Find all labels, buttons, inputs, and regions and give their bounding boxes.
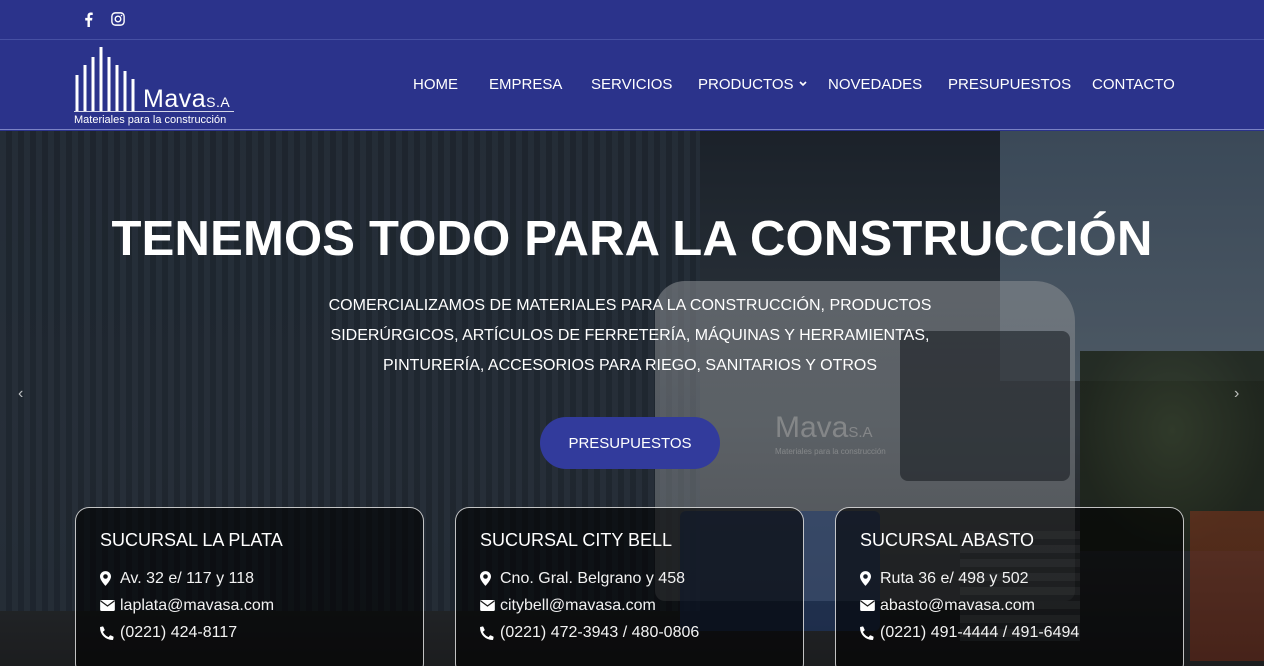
branch-email: abasto@mavasa.com bbox=[860, 592, 1159, 619]
branch-email: citybell@mavasa.com bbox=[480, 592, 779, 619]
nav-productos[interactable]: PRODUCTOS bbox=[698, 76, 807, 93]
branch-card: SUCURSAL CITY BELL Cno. Gral. Belgrano y… bbox=[455, 507, 804, 666]
envelope-icon bbox=[480, 600, 496, 611]
site-header: MavaS.A Materiales para la construcción … bbox=[0, 40, 1264, 130]
hero-subtitle: COMERCIALIZAMOS DE MATERIALES PARA LA CO… bbox=[300, 291, 960, 381]
phone-icon bbox=[860, 625, 876, 640]
top-social-bar bbox=[0, 0, 1264, 40]
slider-next-arrow-icon[interactable]: › bbox=[1234, 385, 1239, 403]
branch-phone: (0221) 424-8117 bbox=[100, 619, 399, 646]
map-marker-icon bbox=[100, 571, 116, 586]
branch-address: Av. 32 e/ 117 y 118 bbox=[100, 565, 399, 592]
main-nav: HOME EMPRESA SERVICIOS PRODUCTOS NOVEDAD… bbox=[0, 76, 1264, 96]
map-marker-icon bbox=[480, 571, 496, 586]
logo-divider bbox=[74, 111, 234, 112]
chevron-down-icon bbox=[799, 79, 807, 90]
branch-email-link[interactable]: abasto@mavasa.com bbox=[880, 597, 1035, 615]
branch-title: SUCURSAL LA PLATA bbox=[100, 530, 283, 550]
branch-phone: (0221) 491-4444 / 491-6494 bbox=[860, 619, 1159, 646]
envelope-icon bbox=[860, 600, 876, 611]
hero-subtitle-line: COMERCIALIZAMOS DE MATERIALES PARA LA CO… bbox=[328, 297, 932, 314]
hero-subtitle-line: SIDERÚRGICOS, ARTÍCULOS DE FERRETERÍA, M… bbox=[330, 327, 930, 344]
map-marker-icon bbox=[860, 571, 876, 586]
hero-title: TENEMOS TODO PARA LA CONSTRUCCIÓN bbox=[111, 212, 1153, 266]
branch-email-link[interactable]: laplata@mavasa.com bbox=[120, 597, 274, 615]
phone-icon bbox=[480, 625, 496, 640]
nav-home[interactable]: HOME bbox=[413, 76, 458, 93]
slider-prev-arrow-icon[interactable]: ‹ bbox=[18, 385, 23, 403]
branch-cards: SUCURSAL LA PLATA Av. 32 e/ 117 y 118 la… bbox=[0, 507, 1264, 666]
envelope-icon bbox=[100, 600, 116, 611]
logo-tagline: Materiales para la construcción bbox=[74, 114, 227, 126]
nav-productos-label: PRODUCTOS bbox=[698, 76, 794, 93]
branch-address: Cno. Gral. Belgrano y 458 bbox=[480, 565, 779, 592]
branch-title: SUCURSAL ABASTO bbox=[860, 530, 1035, 550]
branch-card: SUCURSAL ABASTO Ruta 36 e/ 498 y 502 aba… bbox=[835, 507, 1184, 666]
phone-icon bbox=[100, 625, 116, 640]
hero-slider: MavaS.A Materiales para la construcción … bbox=[0, 131, 1264, 666]
nav-presupuestos[interactable]: PRESUPUESTOS bbox=[948, 76, 1071, 93]
nav-novedades[interactable]: NOVEDADES bbox=[828, 76, 922, 93]
nav-servicios[interactable]: SERVICIOS bbox=[591, 76, 672, 93]
branch-address: Ruta 36 e/ 498 y 502 bbox=[860, 565, 1159, 592]
branch-email-link[interactable]: citybell@mavasa.com bbox=[500, 597, 656, 615]
branch-title: SUCURSAL CITY BELL bbox=[480, 530, 673, 550]
hero-subtitle-line: PINTURERÍA, ACCESORIOS PARA RIEGO, SANIT… bbox=[382, 357, 878, 374]
instagram-icon[interactable] bbox=[108, 10, 128, 28]
facebook-icon[interactable] bbox=[78, 10, 98, 28]
branch-card: SUCURSAL LA PLATA Av. 32 e/ 117 y 118 la… bbox=[75, 507, 424, 666]
nav-empresa[interactable]: EMPRESA bbox=[489, 76, 562, 93]
presupuestos-button[interactable]: PRESUPUESTOS bbox=[540, 417, 720, 469]
branch-email: laplata@mavasa.com bbox=[100, 592, 399, 619]
nav-contacto[interactable]: CONTACTO bbox=[1092, 76, 1175, 93]
branch-phone: (0221) 472-3943 / 480-0806 bbox=[480, 619, 779, 646]
